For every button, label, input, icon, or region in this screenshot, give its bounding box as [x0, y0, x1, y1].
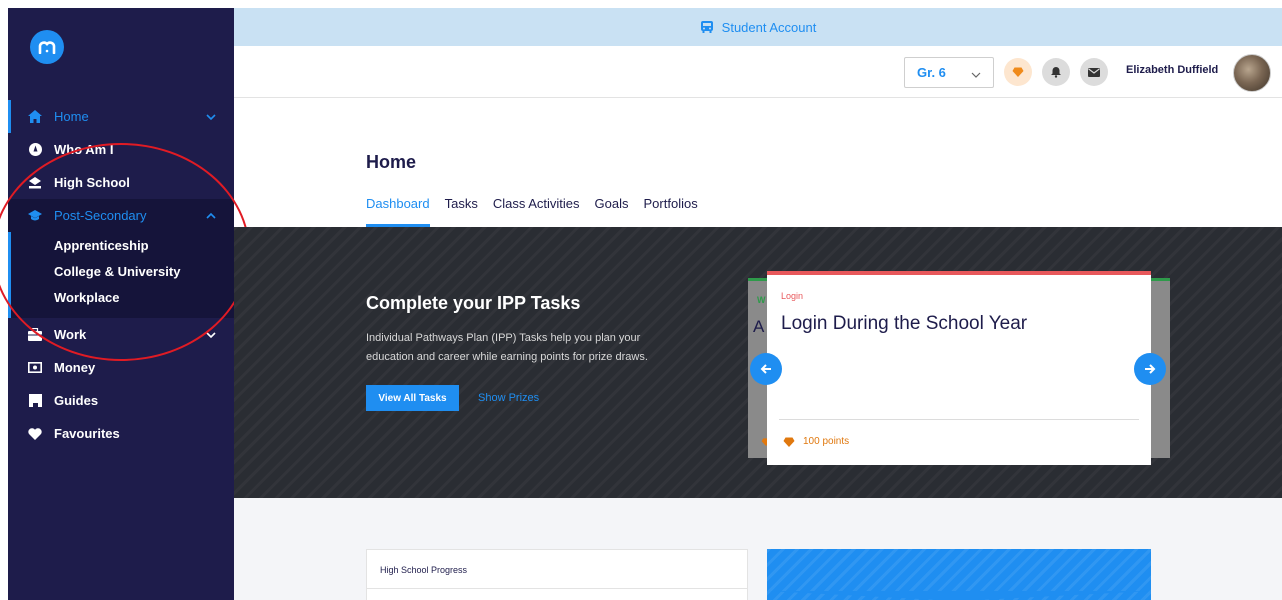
- sidebar-item-label: Favourites: [54, 426, 120, 441]
- school-icon: [28, 176, 42, 190]
- app-root: Home Who Am I High School Post-Secondary…: [0, 0, 1282, 600]
- tab-portfolios[interactable]: Portfolios: [644, 196, 698, 227]
- tab-dashboard[interactable]: Dashboard: [366, 196, 430, 227]
- chevron-up-icon: [206, 209, 218, 221]
- view-all-tasks-button[interactable]: View All Tasks: [366, 385, 459, 411]
- avatar[interactable]: [1233, 54, 1271, 92]
- sidebar-item-label: Home: [54, 109, 89, 124]
- arrow-right-icon: [1145, 364, 1156, 374]
- notifications-button[interactable]: [1042, 58, 1070, 86]
- sidebar-item-label: Guides: [54, 393, 99, 408]
- money-icon: [28, 361, 42, 375]
- chevron-down-icon: [206, 110, 218, 122]
- points-value: 100 points: [803, 436, 850, 447]
- tab-bar: Dashboard Tasks Class Activities Goals P…: [366, 196, 713, 227]
- sidebar-item-label: Work: [54, 327, 87, 342]
- logo[interactable]: [30, 30, 64, 64]
- sidebar-item-post-secondary[interactable]: Post-Secondary: [8, 199, 234, 232]
- sidebar-item-label: Post-Secondary: [54, 208, 147, 223]
- briefcase-icon: [28, 328, 42, 342]
- tab-class-activities[interactable]: Class Activities: [493, 196, 580, 227]
- tab-tasks[interactable]: Tasks: [445, 196, 478, 227]
- card-title: Login During the School Year: [781, 313, 1028, 334]
- card-tag: W: [757, 295, 766, 305]
- mail-icon: [1088, 67, 1100, 77]
- progress-card-title: High School Progress: [380, 565, 468, 575]
- dashboard-widgets: High School Progress: [234, 498, 1282, 600]
- sidebar-item-work[interactable]: Work: [8, 318, 234, 351]
- grade-select-value: Gr. 6: [917, 65, 946, 80]
- chevron-down-icon: [971, 68, 981, 83]
- points-heart-icon: [783, 437, 795, 447]
- submenu-item-apprenticeship[interactable]: Apprenticeship: [8, 232, 234, 258]
- logo-icon: [38, 41, 56, 54]
- user-name[interactable]: Elizabeth Duffield: [1126, 64, 1218, 76]
- sidebar-item-guides[interactable]: Guides: [8, 384, 234, 417]
- sidebar-item-home[interactable]: Home: [8, 100, 234, 133]
- grade-select[interactable]: Gr. 6: [904, 57, 994, 88]
- sidebar-item-money[interactable]: Money: [8, 351, 234, 384]
- sidebar-nav: Home Who Am I High School Post-Secondary…: [8, 100, 234, 450]
- promo-card-notch: [767, 591, 1151, 600]
- sidebar-item-favourites[interactable]: Favourites: [8, 417, 234, 450]
- sidebar-item-label: High School: [54, 175, 130, 190]
- ipp-tasks-hero: Complete your IPP Tasks Individual Pathw…: [234, 227, 1282, 498]
- graduation-cap-icon: [28, 209, 42, 223]
- sidebar-item-label: Who Am I: [54, 142, 114, 157]
- sidebar-item-who-am-i[interactable]: Who Am I: [8, 133, 234, 166]
- submenu-item-college-university[interactable]: College & University: [8, 258, 234, 284]
- sidebar-item-high-school[interactable]: High School: [8, 166, 234, 199]
- carousel-next-button[interactable]: [1134, 353, 1166, 385]
- heart-icon: [28, 427, 42, 441]
- carousel-prev-button[interactable]: [750, 353, 782, 385]
- show-prizes-link[interactable]: Show Prizes: [478, 392, 539, 404]
- high-school-progress-card[interactable]: High School Progress: [366, 549, 748, 600]
- hero-description: Individual Pathways Plan (IPP) Tasks hel…: [366, 332, 648, 363]
- bell-icon: [1051, 67, 1061, 78]
- task-card[interactable]: Login Login During the School Year 100 p…: [767, 271, 1151, 465]
- compass-icon: [28, 143, 42, 157]
- promo-card[interactable]: [767, 549, 1151, 600]
- card-tag: Login: [781, 291, 804, 301]
- bus-icon: [700, 21, 714, 33]
- submenu-item-workplace[interactable]: Workplace: [8, 284, 234, 310]
- sidebar: Home Who Am I High School Post-Secondary…: [8, 8, 234, 600]
- page-title: Home: [366, 152, 417, 172]
- sidebar-item-label: Money: [54, 360, 96, 375]
- card-title-fragment: A: [753, 317, 765, 336]
- points-button[interactable]: [1004, 58, 1032, 86]
- post-secondary-submenu: Apprenticeship College & University Work…: [8, 232, 234, 318]
- card-points: 100 points: [783, 436, 849, 447]
- student-account-banner: Student Account: [234, 8, 1282, 46]
- points-heart-icon: [1012, 67, 1024, 77]
- top-header: Gr. 6 Elizabeth Duffield: [234, 46, 1282, 98]
- chevron-down-icon: [206, 328, 218, 340]
- card-divider: [367, 588, 747, 589]
- tab-goals[interactable]: Goals: [595, 196, 629, 227]
- hero-title: Complete your IPP Tasks: [366, 293, 581, 313]
- arrow-left-icon: [760, 364, 771, 374]
- book-icon: [28, 394, 42, 408]
- home-icon: [28, 110, 42, 124]
- card-divider: [779, 419, 1139, 420]
- banner-text: Student Account: [721, 19, 817, 35]
- messages-button[interactable]: [1080, 58, 1108, 86]
